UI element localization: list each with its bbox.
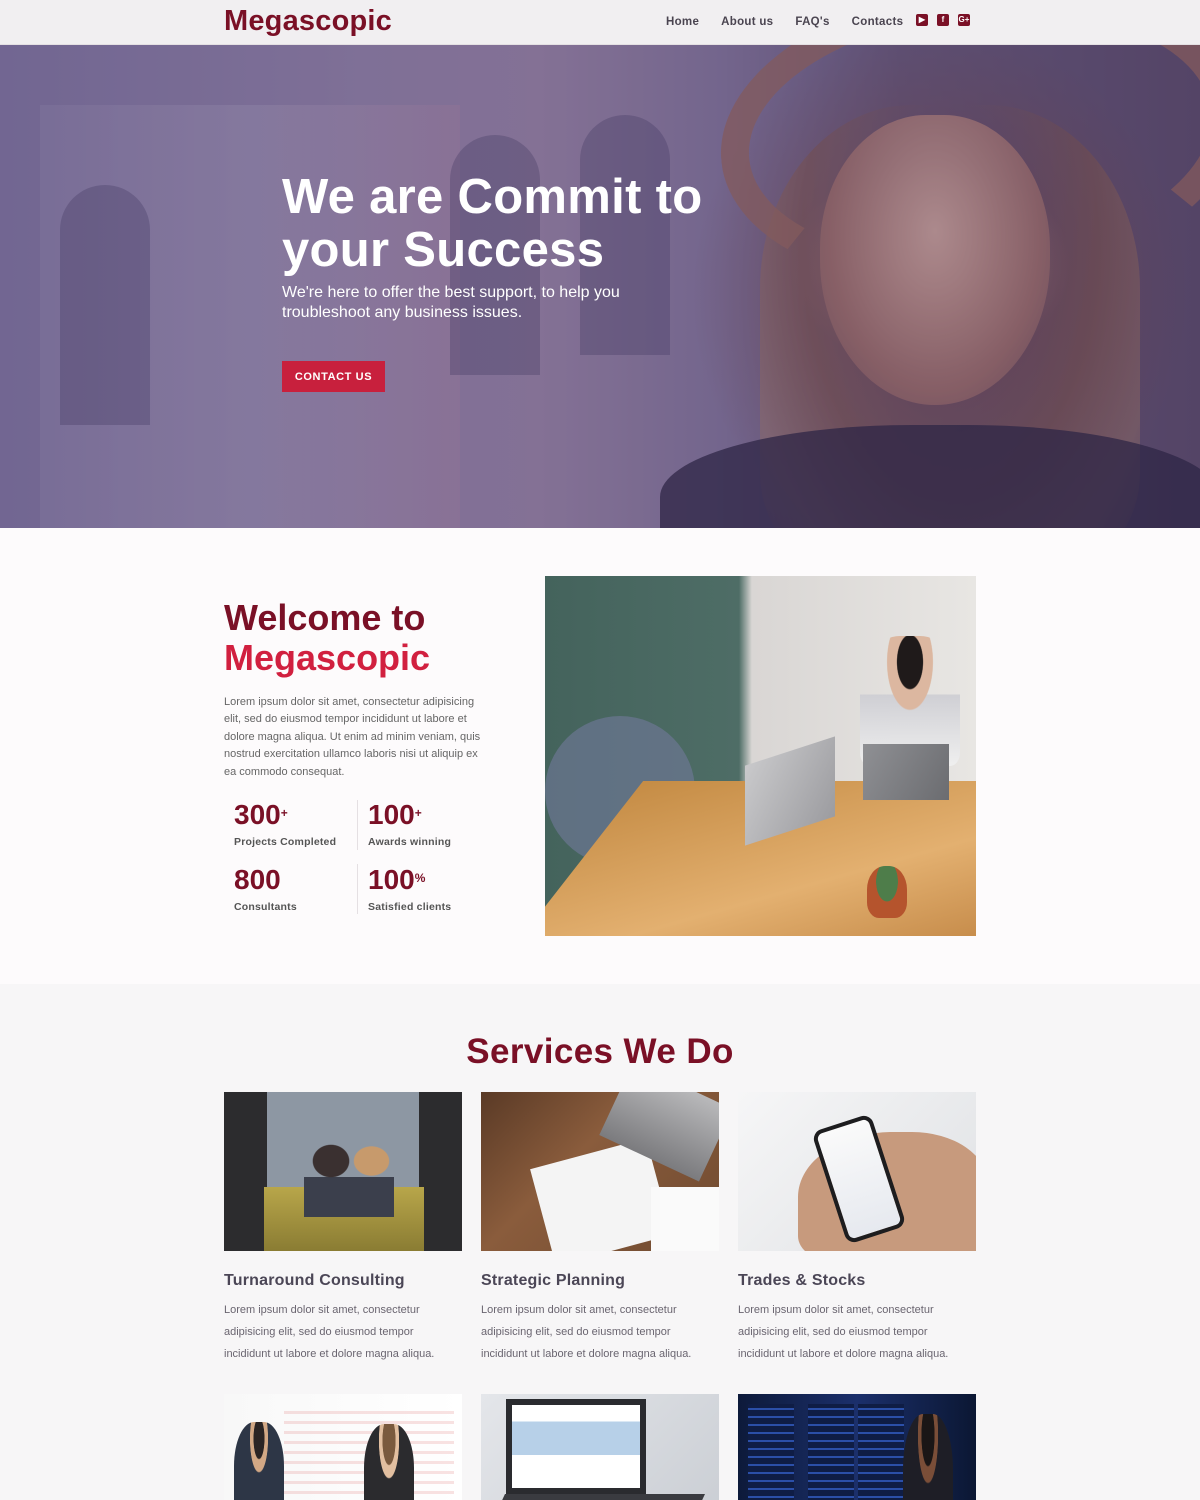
nav-link-home[interactable]: Home xyxy=(666,16,699,28)
office-meeting-image xyxy=(545,576,976,936)
service-image-calendar xyxy=(651,1187,719,1251)
top-navbar: Megascopic Home About us FAQ's Contacts … xyxy=(0,0,1200,45)
stat-label: Consultants xyxy=(234,901,297,913)
stat-label: Projects Completed xyxy=(234,836,337,848)
services-title: Services We Do xyxy=(466,1032,734,1071)
hero-subtitle: We're here to offer the best support, to… xyxy=(282,284,620,321)
main-menu: Home About us FAQ's Contacts xyxy=(666,16,903,28)
service-title[interactable]: Strategic Planning xyxy=(481,1272,719,1290)
service-card-6[interactable] xyxy=(738,1394,976,1500)
service-image-person xyxy=(364,1424,414,1500)
brand-logo[interactable]: Megascopic xyxy=(224,5,392,38)
service-image xyxy=(481,1394,719,1500)
hero-banner: We are Commit to your Success We're here… xyxy=(0,45,1200,528)
service-image xyxy=(738,1092,976,1251)
service-title[interactable]: Trades & Stocks xyxy=(738,1272,976,1290)
service-image-server-rack xyxy=(808,1404,854,1500)
service-image-screen xyxy=(506,1399,646,1494)
welcome-title-line2: Megascopic xyxy=(224,637,431,678)
nav-link-contacts[interactable]: Contacts xyxy=(852,16,904,28)
google-plus-icon[interactable]: G+ xyxy=(958,14,970,26)
service-image xyxy=(738,1394,976,1500)
office-cactus xyxy=(867,866,907,918)
stat-awards: 100+ Awards winning xyxy=(368,799,488,849)
nav-link-about[interactable]: About us xyxy=(721,16,773,28)
service-card-4[interactable] xyxy=(224,1394,462,1500)
stat-value: 300+ xyxy=(234,799,288,830)
nav-link-faqs[interactable]: FAQ's xyxy=(795,16,829,28)
stat-value: 100% xyxy=(368,864,426,895)
service-card-strategic[interactable]: Strategic Planning Lorem ipsum dolor sit… xyxy=(481,1092,719,1365)
service-image-server-rack xyxy=(748,1404,794,1500)
stat-label: Satisfied clients xyxy=(368,901,452,913)
service-image xyxy=(224,1394,462,1500)
stat-satisfied-clients: 100% Satisfied clients xyxy=(368,864,488,914)
service-image-person xyxy=(234,1422,284,1500)
service-card-5[interactable] xyxy=(481,1394,719,1500)
service-image-people xyxy=(304,1137,394,1217)
office-laptop xyxy=(863,744,949,800)
services-section: Services We Do Turnaround Consulting Lor… xyxy=(0,984,1200,1500)
service-card-trades[interactable]: Trades & Stocks Lorem ipsum dolor sit am… xyxy=(738,1092,976,1365)
welcome-section: Welcome to Megascopic Lorem ipsum dolor … xyxy=(0,528,1200,984)
service-text: Lorem ipsum dolor sit amet, consectetur … xyxy=(481,1304,692,1360)
service-image-keyboard xyxy=(481,1494,705,1500)
service-image-person xyxy=(903,1414,953,1500)
service-text: Lorem ipsum dolor sit amet, consectetur … xyxy=(738,1304,949,1360)
stat-divider xyxy=(357,800,358,850)
stat-projects: 300+ Projects Completed xyxy=(234,799,354,849)
service-title[interactable]: Turnaround Consulting xyxy=(224,1272,462,1290)
social-links: ▶ f G+ xyxy=(916,14,970,26)
hero-title: We are Commit to your Success xyxy=(282,170,703,277)
welcome-description: Lorem ipsum dolor sit amet, consectetur … xyxy=(224,696,481,778)
service-image-server-rack xyxy=(858,1404,904,1500)
stat-value: 100+ xyxy=(368,799,422,830)
facebook-icon[interactable]: f xyxy=(937,14,949,26)
stat-consultants: 800 Consultants xyxy=(234,864,354,914)
service-text: Lorem ipsum dolor sit amet, consectetur … xyxy=(224,1304,435,1360)
service-image xyxy=(224,1092,462,1251)
service-card-turnaround[interactable]: Turnaround Consulting Lorem ipsum dolor … xyxy=(224,1092,462,1365)
stat-label: Awards winning xyxy=(368,836,452,848)
welcome-title: Welcome to Megascopic xyxy=(224,598,430,678)
service-image xyxy=(481,1092,719,1251)
stat-value: 800 xyxy=(234,864,281,895)
welcome-title-line1: Welcome to xyxy=(224,597,426,638)
youtube-icon[interactable]: ▶ xyxy=(916,14,928,26)
stat-divider xyxy=(357,864,358,914)
contact-us-button[interactable]: CONTACT US xyxy=(282,361,385,392)
